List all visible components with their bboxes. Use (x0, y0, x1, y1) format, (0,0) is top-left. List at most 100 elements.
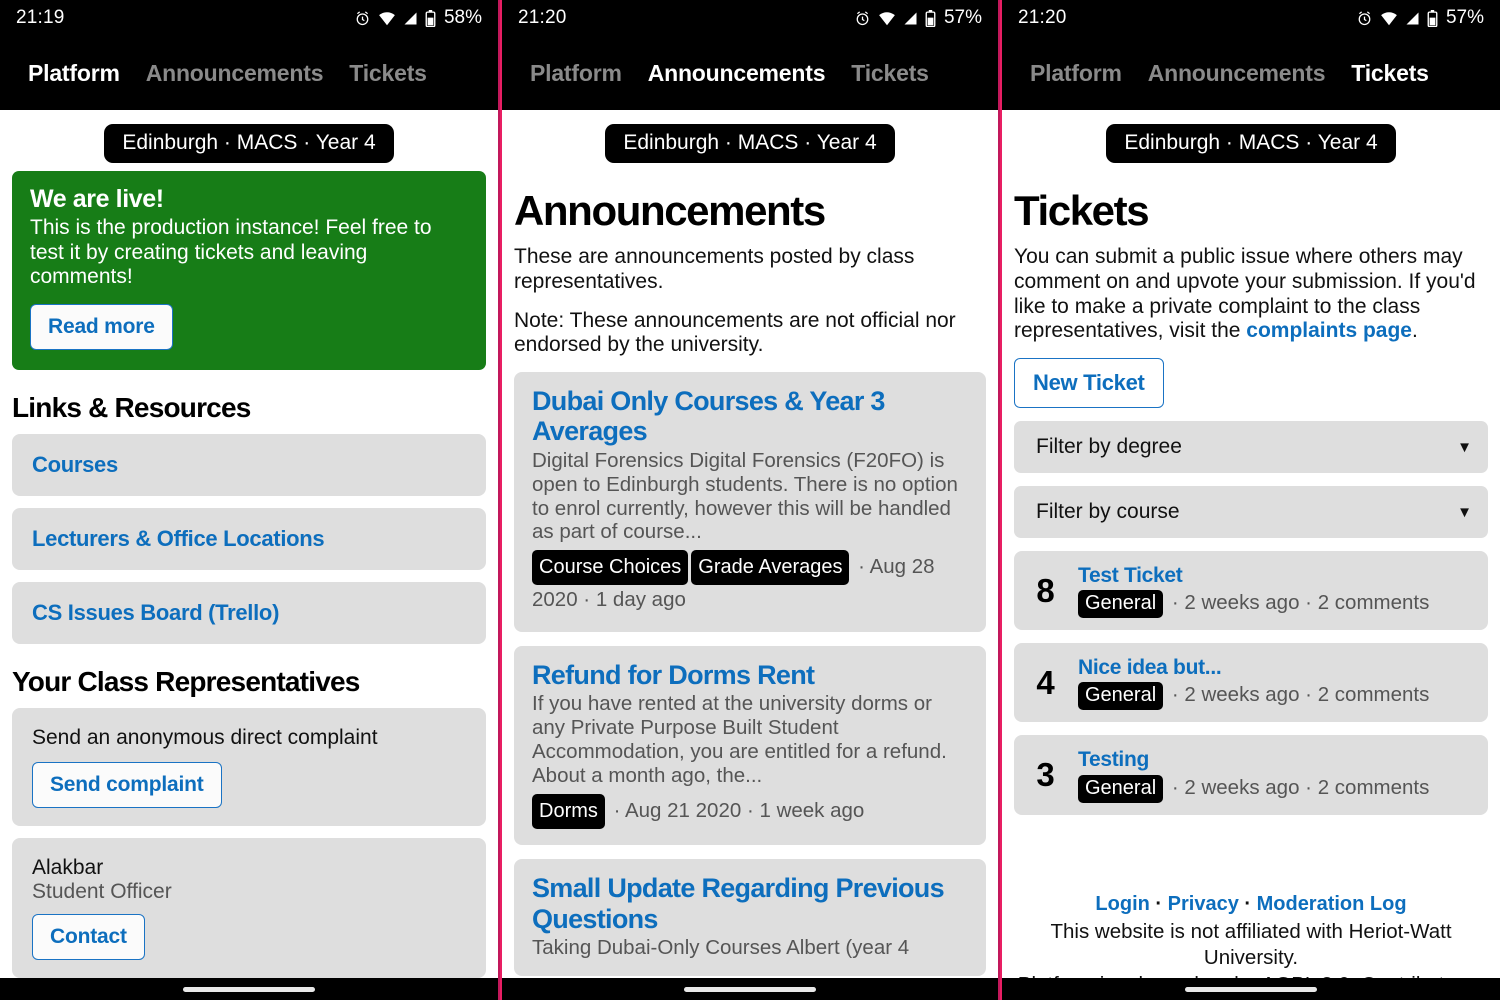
chevron-down-icon: ▼ (1457, 438, 1472, 456)
announcement-title[interactable]: Refund for Dorms Rent (532, 660, 968, 690)
phone-screen-tickets: 21:20 57% Platform Announcements Tickets… (1000, 0, 1500, 1000)
gesture-pill[interactable] (183, 986, 315, 992)
nav-tab-platform[interactable]: Platform (530, 60, 622, 87)
announcement-excerpt: If you have rented at the university dor… (532, 692, 947, 788)
nav-tab-platform[interactable]: Platform (28, 60, 120, 87)
announcement-meta: Dorms · Aug 21 2020 · 1 week ago (532, 794, 968, 830)
live-alert-title: We are live! (30, 185, 164, 213)
ticket-row[interactable]: 8 Test Ticket General · 2 weeks ago · 2 … (1014, 551, 1488, 631)
gesture-pill[interactable] (684, 986, 816, 992)
wifi-icon (1381, 11, 1397, 25)
ticket-tag[interactable]: General (1078, 774, 1164, 803)
representative-name: Alakbar (32, 855, 104, 879)
filter-by-degree-select[interactable]: Filter by degree ▼ (1014, 421, 1488, 474)
phone-screen-platform: 21:19 58% Platform Announcements Tickets… (0, 0, 500, 1000)
links-resources-heading: Links & Resources (12, 391, 251, 423)
context-badge: Edinburgh · MACS · Year 4 (1106, 124, 1396, 163)
context-badge-row: Edinburgh · MACS · Year 4 (514, 124, 986, 163)
signal-icon (1406, 12, 1419, 24)
announcement-meta: Course Choices Grade Averages · Aug 28 20… (532, 550, 968, 616)
ticket-row[interactable]: 3 Testing General · 2 weeks ago · 2 comm… (1014, 735, 1488, 815)
gesture-pill[interactable] (1185, 986, 1317, 992)
ticket-meta: General · 2 weeks ago · 2 comments (1078, 682, 1472, 711)
ticket-vote-count: 3 (1036, 756, 1054, 794)
footer-link-login[interactable]: Login (1095, 893, 1149, 915)
top-nav: Platform Announcements Tickets (0, 36, 498, 110)
announcement-card[interactable]: Small Update Regarding Previous Question… (514, 859, 986, 976)
status-bar: 21:20 57% (1002, 0, 1500, 36)
top-nav: Platform Announcements Tickets (1002, 36, 1500, 110)
nav-tab-tickets[interactable]: Tickets (851, 60, 929, 87)
footer-link-moderation-log[interactable]: Moderation Log (1257, 893, 1407, 915)
tickets-content: Edinburgh · MACS · Year 4 Tickets You ca… (1002, 110, 1500, 1000)
battery-percent: 58% (443, 7, 482, 28)
battery-icon (1427, 9, 1438, 27)
signal-icon (404, 12, 417, 24)
nav-tab-announcements[interactable]: Announcements (1148, 60, 1326, 87)
announcement-excerpt: Digital Forensics Digital Forensics (F20… (532, 448, 958, 544)
footer-link-privacy[interactable]: Privacy (1168, 893, 1239, 915)
ticket-title[interactable]: Nice idea but... (1078, 655, 1472, 680)
ticket-meta-text: · 2 weeks ago · 2 comments (1171, 775, 1430, 799)
anonymous-complaint-card: Send an anonymous direct complaint Send … (12, 707, 486, 826)
link-courses[interactable]: Courses (32, 452, 466, 478)
ticket-row[interactable]: 4 Nice idea but... General · 2 weeks ago… (1014, 643, 1488, 723)
footer-sep: · (1149, 892, 1168, 915)
link-card-courses[interactable]: Courses (12, 433, 486, 496)
ticket-meta-text: · 2 weeks ago · 2 comments (1171, 591, 1430, 615)
complaints-page-link[interactable]: complaints page (1246, 319, 1412, 342)
nav-tab-tickets[interactable]: Tickets (349, 60, 427, 87)
ticket-tag[interactable]: General (1078, 590, 1164, 619)
announcement-card[interactable]: Dubai Only Courses & Year 3 Averages Dig… (514, 372, 986, 633)
alarm-icon (856, 10, 869, 25)
nav-tab-platform[interactable]: Platform (1030, 60, 1122, 87)
page-title: Announcements (514, 187, 826, 234)
platform-content: Edinburgh · MACS · Year 4 We are live! T… (0, 110, 498, 1000)
announcement-tag[interactable]: Dorms (532, 794, 605, 830)
page-title: Tickets (1014, 187, 1150, 234)
link-card-lecturers[interactable]: Lecturers & Office Locations (12, 507, 486, 570)
screenshot-triptych: 21:19 58% Platform Announcements Tickets… (0, 0, 1500, 1000)
announcement-title[interactable]: Small Update Regarding Previous Question… (532, 873, 968, 933)
ticket-meta: General · 2 weeks ago · 2 comments (1078, 774, 1472, 803)
live-alert-banner: We are live! This is the production inst… (12, 171, 486, 370)
read-more-button[interactable]: Read more (30, 303, 173, 350)
battery-icon (925, 9, 936, 27)
filter-by-course-select[interactable]: Filter by course ▼ (1014, 486, 1488, 539)
send-complaint-button[interactable]: Send complaint (32, 761, 222, 808)
nav-tab-announcements[interactable]: Announcements (648, 60, 826, 87)
announcements-intro: These are announcements posted by class … (514, 245, 915, 293)
signal-icon (904, 12, 917, 24)
announcements-note: Note: These announcements are not offici… (514, 308, 956, 357)
ticket-body: Testing General · 2 weeks ago · 2 commen… (1078, 747, 1472, 803)
ticket-title[interactable]: Test Ticket (1078, 563, 1472, 588)
context-badge: Edinburgh · MACS · Year 4 (104, 124, 394, 163)
new-ticket-button[interactable]: New Ticket (1014, 358, 1164, 409)
context-badge-row: Edinburgh · MACS · Year 4 (12, 124, 486, 163)
chevron-down-icon: ▼ (1457, 503, 1472, 521)
ticket-tag[interactable]: General (1078, 682, 1164, 711)
tickets-intro-tail: . (1411, 319, 1418, 343)
announcement-card[interactable]: Refund for Dorms Rent If you have rented… (514, 646, 986, 846)
link-lecturers-office-locations[interactable]: Lecturers & Office Locations (32, 526, 466, 552)
status-clock: 21:20 (518, 7, 567, 28)
nav-tab-announcements[interactable]: Announcements (146, 60, 324, 87)
alarm-icon (1358, 10, 1371, 25)
announcement-tag[interactable]: Grade Averages (691, 550, 850, 586)
nav-tab-tickets[interactable]: Tickets (1351, 60, 1429, 87)
representative-role: Student Officer (32, 879, 172, 903)
ticket-title[interactable]: Testing (1078, 747, 1472, 772)
status-icons: 57% (1356, 7, 1484, 29)
tickets-intro: You can submit a public issue where othe… (1014, 245, 1488, 344)
announcement-title[interactable]: Dubai Only Courses & Year 3 Averages (532, 386, 968, 446)
link-cs-issues-board[interactable]: CS Issues Board (Trello) (32, 600, 466, 626)
ticket-meta: General · 2 weeks ago · 2 comments (1078, 590, 1472, 619)
representative-card: Alakbar Student Officer Contact (12, 837, 486, 978)
announcement-tag[interactable]: Course Choices (532, 550, 689, 586)
live-alert-text: This is the production instance! Feel fr… (30, 216, 432, 289)
class-representatives-heading: Your Class Representatives (12, 665, 360, 697)
ticket-meta-text: · 2 weeks ago · 2 comments (1171, 683, 1430, 707)
contact-button[interactable]: Contact (32, 913, 145, 960)
link-card-cs-issues-board[interactable]: CS Issues Board (Trello) (12, 581, 486, 644)
footer-link-row: Login · Privacy · Moderation Log (1014, 893, 1488, 916)
